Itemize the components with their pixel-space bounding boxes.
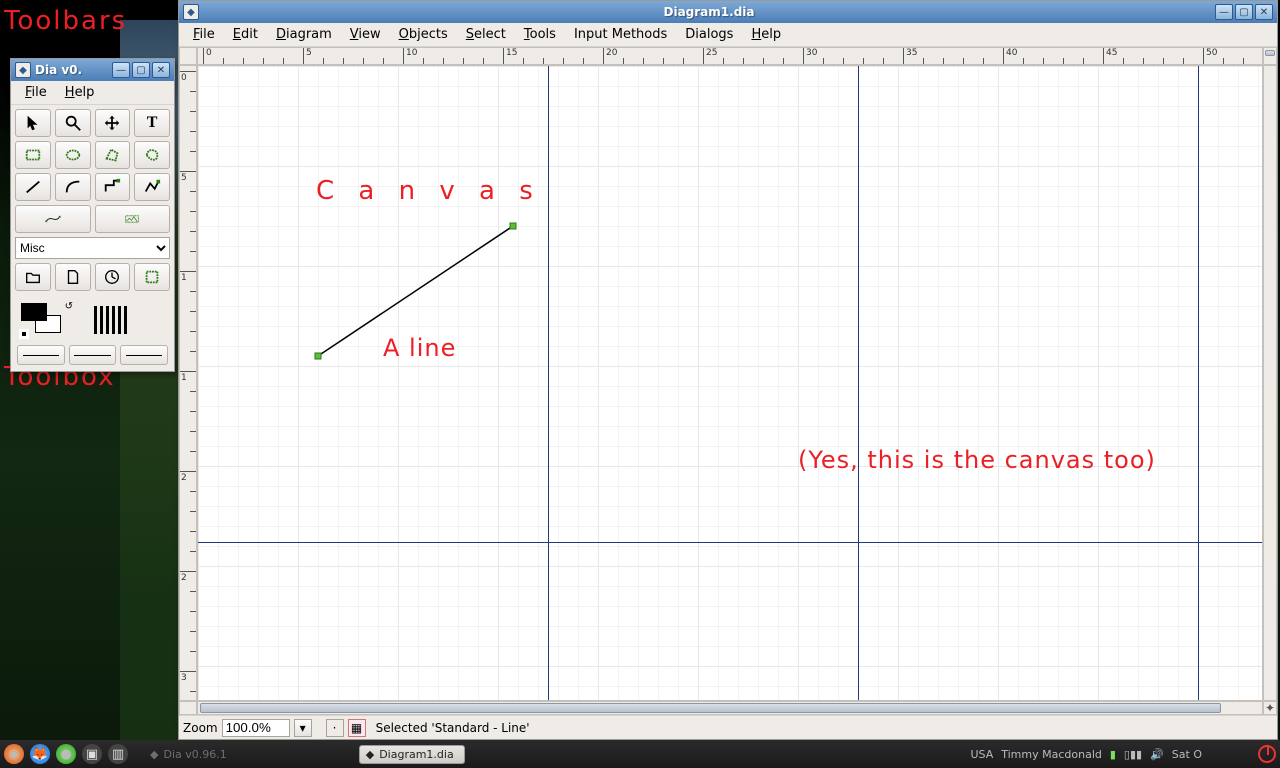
launcher-pidgin-icon[interactable]: ● [56, 744, 76, 764]
tool-bezier[interactable] [15, 205, 91, 233]
zoom-dropdown[interactable]: ▾ [294, 719, 312, 737]
clock[interactable]: Sat O [1172, 748, 1202, 761]
tool-polygon[interactable] [95, 141, 131, 169]
menu-dialogs[interactable]: Dialogs [677, 24, 741, 45]
network-icon[interactable]: ▯▮▮ [1124, 748, 1142, 761]
line-pattern-swatch[interactable] [87, 305, 133, 335]
tool-polyline[interactable] [134, 173, 170, 201]
task-dia-main[interactable]: ◆ Dia v0.96.1 [150, 748, 227, 761]
minimize-button[interactable]: — [112, 62, 130, 78]
menu-input[interactable]: Input Methods [566, 24, 675, 45]
menu-view[interactable]: View [342, 24, 389, 45]
ruler-horizontal[interactable]: 05101520253035404550 [197, 47, 1263, 65]
tool-box[interactable] [15, 141, 51, 169]
tool-zigzag[interactable] [95, 173, 131, 201]
fg-bg-swatch[interactable]: ↺ [21, 303, 67, 337]
keyboard-layout[interactable]: USA [970, 748, 993, 761]
minimize-button[interactable]: — [1215, 4, 1233, 20]
swap-colors-icon[interactable]: ↺ [65, 301, 73, 312]
toolbox-title: Dia v0. [35, 63, 112, 77]
menu-edit[interactable]: Edit [225, 24, 266, 45]
line-mid-style[interactable] [69, 345, 117, 365]
close-button[interactable]: ✕ [1255, 4, 1273, 20]
line-object[interactable] [198, 66, 1262, 700]
vertical-scrollbar[interactable] [1263, 47, 1277, 65]
tool-image[interactable] [95, 205, 171, 233]
annotation-toolbars: Toolbars [4, 6, 127, 36]
line-handle-end[interactable] [510, 223, 517, 230]
app-icon: ◆ [15, 62, 31, 78]
launcher-firefox-icon[interactable]: 🦊 [30, 744, 50, 764]
tool-arc[interactable] [55, 173, 91, 201]
shape-group[interactable] [134, 263, 170, 291]
tool-scroll[interactable] [95, 109, 131, 137]
battery-icon[interactable]: ▮ [1110, 748, 1116, 761]
volume-icon[interactable]: 🔊 [1150, 748, 1164, 761]
nav-button[interactable]: ✦ [1263, 701, 1277, 715]
ruler-vertical[interactable]: 0511223 [179, 65, 197, 701]
scroll-spacer [1263, 65, 1277, 701]
tool-pointer[interactable] [15, 109, 51, 137]
tool-beziergon[interactable] [134, 141, 170, 169]
menu-help[interactable]: Help [743, 24, 789, 45]
launcher-files-icon[interactable]: ▥ [108, 744, 128, 764]
launcher-terminal-icon[interactable]: ▣ [82, 744, 102, 764]
tool-ellipse[interactable] [55, 141, 91, 169]
shape-file[interactable] [55, 263, 91, 291]
diagram-menubar: File Edit Diagram View Objects Select To… [179, 23, 1277, 47]
status-message: Selected 'Standard - Line' [376, 721, 530, 735]
toolbox-menu-help[interactable]: Help [57, 82, 103, 103]
dia-doc-icon: ◆ [366, 748, 374, 761]
diagram-window: ◆ Diagram1.dia — ▢ ✕ File Edit Diagram V… [178, 0, 1278, 740]
line-start-style[interactable] [17, 345, 65, 365]
maximize-button[interactable]: ▢ [132, 62, 150, 78]
snap-toggle[interactable]: · [326, 719, 344, 737]
toolbox-window: ◆ Dia v0. — ▢ ✕ File Help T [10, 58, 175, 372]
line-end-style[interactable] [120, 345, 168, 365]
statusbar: Zoom ▾ · ▦ Selected 'Standard - Line' [179, 715, 1277, 739]
dia-task-icon: ◆ [150, 748, 158, 761]
menu-objects[interactable]: Objects [391, 24, 456, 45]
tool-text[interactable]: T [134, 109, 170, 137]
canvas[interactable]: C a n v a s A line (Yes, this is the can… [197, 65, 1263, 701]
maximize-button[interactable]: ▢ [1235, 4, 1253, 20]
tool-line[interactable] [15, 173, 51, 201]
shape-category-select[interactable]: Misc [15, 237, 170, 259]
menu-select[interactable]: Select [458, 24, 514, 45]
power-button-icon[interactable] [1258, 745, 1276, 763]
zoom-label: Zoom [183, 721, 218, 735]
menu-tools[interactable]: Tools [516, 24, 564, 45]
toolbox-titlebar[interactable]: ◆ Dia v0. — ▢ ✕ [11, 59, 174, 81]
diagram-titlebar[interactable]: ◆ Diagram1.dia — ▢ ✕ [179, 1, 1277, 23]
shape-folder[interactable] [15, 263, 51, 291]
grid-toggle[interactable]: ▦ [348, 719, 366, 737]
ruler-corner [179, 47, 197, 65]
app-icon: ◆ [183, 4, 199, 20]
user-name[interactable]: Timmy Macdonald [1001, 748, 1102, 761]
task-diagram[interactable]: ◆ Diagram1.dia [359, 745, 465, 764]
diagram-title: Diagram1.dia [203, 5, 1215, 19]
horizontal-scrollbar[interactable] [197, 701, 1263, 715]
menu-diagram[interactable]: Diagram [268, 24, 340, 45]
launcher-ubuntu-icon[interactable]: ◉ [4, 744, 24, 764]
ruler-corner-bl [179, 701, 197, 715]
tool-magnify[interactable] [55, 109, 91, 137]
line-handle-start[interactable] [315, 353, 322, 360]
toolbox-menu-file[interactable]: File [17, 82, 55, 103]
shape-clock[interactable] [95, 263, 131, 291]
taskbar: ◉ 🦊 ● ▣ ▥ ◆ Dia v0.96.1 ◆ Diagram1.dia U… [0, 740, 1280, 768]
menu-file[interactable]: File [185, 24, 223, 45]
zoom-input[interactable] [222, 719, 290, 737]
close-button[interactable]: ✕ [152, 62, 170, 78]
